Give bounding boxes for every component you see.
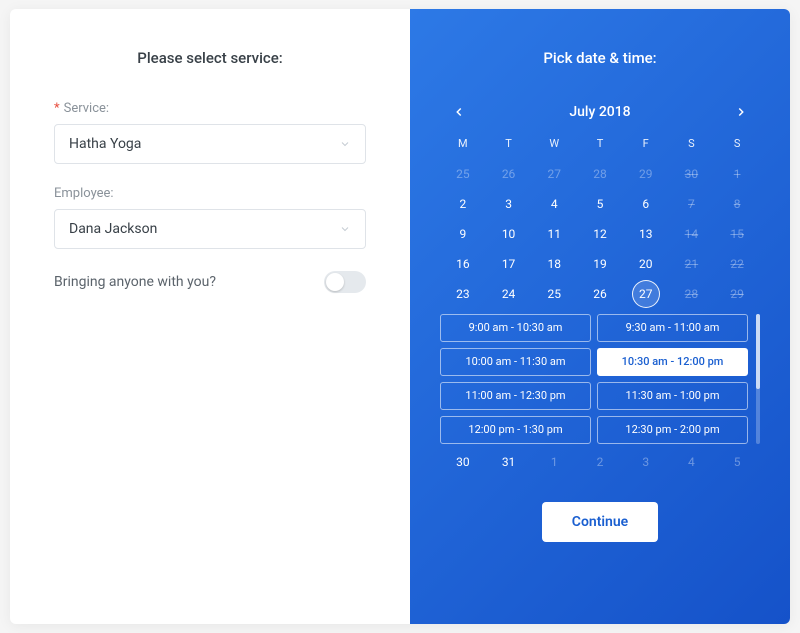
weekday-label: T xyxy=(486,137,532,160)
continue-wrap: Continue xyxy=(440,502,760,542)
calendar-day[interactable]: 30 xyxy=(669,160,715,188)
service-panel: Please select service: * Service: Hatha … xyxy=(10,9,410,624)
calendar-week: 23242526 27 2829 xyxy=(440,280,760,308)
calendar-day[interactable]: 2 xyxy=(577,448,623,476)
datetime-panel-title: Pick date & time: xyxy=(440,49,760,67)
calendar-day[interactable]: 2 xyxy=(440,190,486,218)
time-slot[interactable]: 11:00 am - 12:30 pm xyxy=(440,382,591,410)
chevron-down-icon xyxy=(339,223,351,235)
booking-card: Please select service: * Service: Hatha … xyxy=(10,9,790,624)
weekday-label: M xyxy=(440,137,486,160)
calendar-day[interactable]: 16 xyxy=(440,250,486,278)
service-field: * Service: Hatha Yoga xyxy=(54,101,366,164)
time-slot[interactable]: 9:30 am - 11:00 am xyxy=(597,314,748,342)
calendar-day[interactable]: 18 xyxy=(531,250,577,278)
bringing-row: Bringing anyone with you? xyxy=(54,271,366,293)
service-select-value: Hatha Yoga xyxy=(69,136,141,152)
calendar-day[interactable]: 7 xyxy=(669,190,715,218)
calendar-day[interactable]: 19 xyxy=(577,250,623,278)
time-slot[interactable]: 10:00 am - 11:30 am xyxy=(440,348,591,376)
time-slot[interactable]: 12:30 pm - 2:00 pm xyxy=(597,416,748,444)
time-slots-wrap: 9:00 am - 10:30 am9:30 am - 11:00 am10:0… xyxy=(440,314,760,444)
service-field-label: * Service: xyxy=(54,101,366,116)
calendar-grid: 2526272829301234567891011121314151617181… xyxy=(440,160,760,310)
calendar-week: 16171819202122 xyxy=(440,250,760,278)
time-slot[interactable]: 10:30 am - 12:00 pm xyxy=(597,348,748,376)
calendar-day[interactable]: 23 xyxy=(440,280,486,308)
weekday-label: S xyxy=(714,137,760,160)
employee-select-value: Dana Jackson xyxy=(69,221,157,237)
bringing-label: Bringing anyone with you? xyxy=(54,274,216,290)
weekday-label: S xyxy=(669,137,715,160)
time-slot[interactable]: 9:00 am - 10:30 am xyxy=(440,314,591,342)
calendar-day[interactable]: 26 xyxy=(577,280,623,308)
time-slot[interactable]: 12:00 pm - 1:30 pm xyxy=(440,416,591,444)
calendar-month-label: July 2018 xyxy=(569,104,630,120)
calendar-day[interactable]: 4 xyxy=(531,190,577,218)
weekday-label: T xyxy=(577,137,623,160)
calendar-day[interactable]: 14 xyxy=(669,220,715,248)
time-slots: 9:00 am - 10:30 am9:30 am - 11:00 am10:0… xyxy=(440,314,748,444)
calendar-day[interactable]: 6 xyxy=(623,190,669,218)
calendar-day[interactable]: 22 xyxy=(714,250,760,278)
calendar-header: July 2018 xyxy=(440,101,760,123)
next-month-button[interactable] xyxy=(730,101,752,123)
calendar-day[interactable]: 31 xyxy=(486,448,532,476)
calendar-day[interactable]: 28 xyxy=(669,280,715,308)
calendar-last-week: 303112345 xyxy=(440,448,760,476)
calendar-day[interactable]: 28 xyxy=(577,160,623,188)
scrollbar[interactable] xyxy=(756,314,760,444)
calendar-day[interactable]: 25 xyxy=(531,280,577,308)
calendar-day[interactable]: 9 xyxy=(440,220,486,248)
datetime-panel: Pick date & time: July 2018 MTWTFSS 2526… xyxy=(410,9,790,624)
calendar-day[interactable]: 5 xyxy=(714,448,760,476)
calendar-day[interactable]: 27 xyxy=(531,160,577,188)
calendar-day[interactable]: 24 xyxy=(486,280,532,308)
calendar-day[interactable]: 21 xyxy=(669,250,715,278)
employee-select[interactable]: Dana Jackson xyxy=(54,209,366,249)
calendar-day[interactable]: 3 xyxy=(623,448,669,476)
calendar-day[interactable]: 1 xyxy=(714,160,760,188)
bringing-toggle[interactable] xyxy=(324,271,366,293)
required-asterisk: * xyxy=(54,101,60,116)
calendar-day[interactable]: 20 xyxy=(623,250,669,278)
weekday-label: F xyxy=(623,137,669,160)
chevron-down-icon xyxy=(339,138,351,150)
service-panel-title: Please select service: xyxy=(54,49,366,67)
calendar-day[interactable]: 27 xyxy=(632,280,660,308)
calendar-week: 2526272829301 xyxy=(440,160,760,188)
service-label-text: Service: xyxy=(64,101,109,116)
employee-field-label: Employee: xyxy=(54,186,366,201)
prev-month-button[interactable] xyxy=(448,101,470,123)
weekday-label: W xyxy=(531,137,577,160)
calendar-day[interactable]: 13 xyxy=(623,220,669,248)
calendar-week: 9101112131415 xyxy=(440,220,760,248)
continue-button[interactable]: Continue xyxy=(542,502,658,542)
time-slot[interactable]: 11:30 am - 1:00 pm xyxy=(597,382,748,410)
calendar-week: 2345678 xyxy=(440,190,760,218)
calendar-day[interactable]: 1 xyxy=(531,448,577,476)
calendar-day[interactable]: 11 xyxy=(531,220,577,248)
calendar-day[interactable]: 8 xyxy=(714,190,760,218)
calendar-day[interactable]: 25 xyxy=(440,160,486,188)
calendar-weekdays: MTWTFSS xyxy=(440,137,760,160)
calendar-day[interactable]: 26 xyxy=(486,160,532,188)
calendar-day[interactable]: 15 xyxy=(714,220,760,248)
calendar-day[interactable]: 17 xyxy=(486,250,532,278)
calendar-day[interactable]: 10 xyxy=(486,220,532,248)
calendar-day[interactable]: 4 xyxy=(669,448,715,476)
calendar-day[interactable]: 3 xyxy=(486,190,532,218)
calendar-day[interactable]: 29 xyxy=(623,160,669,188)
calendar-day[interactable]: 29 xyxy=(714,280,760,308)
calendar-day[interactable]: 12 xyxy=(577,220,623,248)
service-select[interactable]: Hatha Yoga xyxy=(54,124,366,164)
calendar-day[interactable]: 30 xyxy=(440,448,486,476)
employee-label-text: Employee: xyxy=(54,186,114,201)
employee-field: Employee: Dana Jackson xyxy=(54,186,366,249)
calendar-day[interactable]: 5 xyxy=(577,190,623,218)
